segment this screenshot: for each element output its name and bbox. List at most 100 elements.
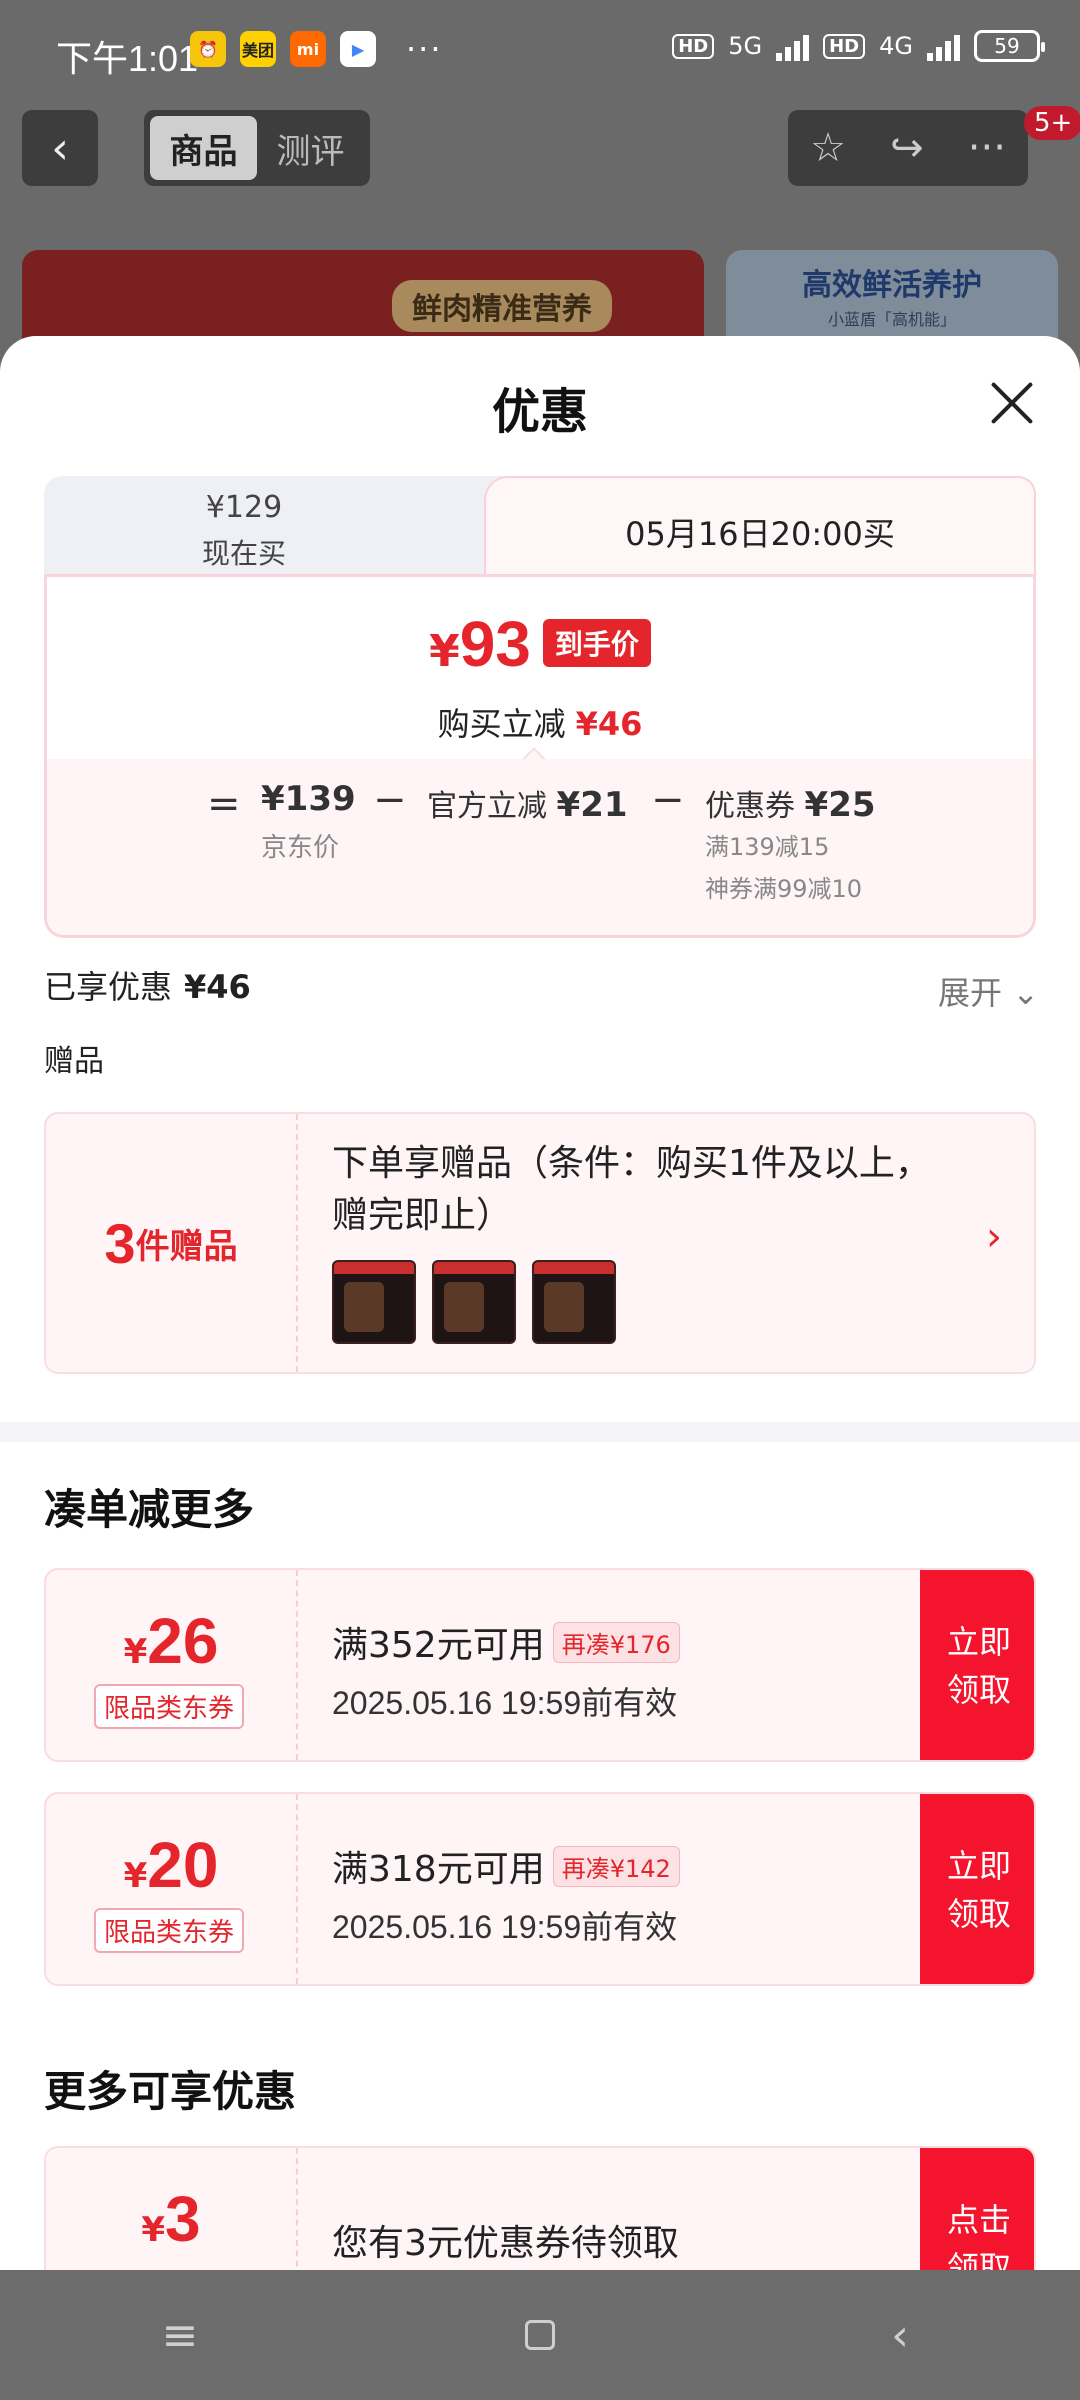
gift-count-unit: 件赠品 — [135, 1226, 238, 1267]
coupon-validity: 2025.05.16 19:59前有效 — [332, 1685, 678, 1721]
mi-icon: mi — [290, 31, 326, 67]
top-nav: ‹ 商品 测评 ☆ ↪ ··· 5+ — [0, 106, 1080, 190]
back-button[interactable]: ‹ — [22, 110, 98, 186]
gifts-heading: 赠品 — [44, 1044, 104, 1079]
official-discount: 官方立减 ¥21 — [427, 781, 628, 825]
final-yen: ¥ — [429, 626, 460, 677]
coupon-amount: ¥3 — [46, 2182, 296, 2256]
chevron-right-icon[interactable]: › — [986, 1214, 1002, 1260]
enjoyed-amount: ¥46 — [184, 968, 251, 1006]
coupon-type: 限品类东券 — [94, 1908, 245, 1953]
final-price-area: ¥93 到手价 购买立减 ¥46 — [47, 577, 1033, 759]
coupon-amount: ¥25 — [804, 785, 876, 825]
tab-buy-later[interactable]: 05月16日20:00买 — [484, 476, 1036, 586]
price-formula: = ¥139 京东价 − 官方立减 ¥21 − 优惠券 ¥25 满139减15 … — [47, 759, 1033, 935]
chevron-down-icon: ⌄ — [1012, 974, 1039, 1012]
coupon-amount: ¥20 — [46, 1828, 296, 1902]
coupon-amount: ¥26 — [46, 1604, 296, 1678]
gift-card[interactable]: 3 件赠品 下单享赠品（条件：购买1件及以上，赠完即止） › — [44, 1112, 1036, 1374]
now-label: 现在买 — [201, 537, 286, 570]
final-price: ¥93 到手价 — [47, 607, 1033, 681]
hd-icon: HD — [672, 33, 715, 59]
equals-sign: = — [207, 781, 241, 827]
save-amount: ¥46 — [575, 705, 643, 743]
claim-coupon-button[interactable]: 立即领取 — [920, 1794, 1034, 1984]
battery-icon: 59 — [974, 30, 1045, 62]
section-more-title: 更多可享优惠 — [44, 2067, 297, 2116]
banner-subtitle: 小蓝盾「高机能」 — [827, 310, 956, 329]
final-price-tag: 到手价 — [542, 619, 651, 667]
play-store-icon: ▶ — [340, 31, 376, 67]
back-nav-icon[interactable]: ‹ — [840, 2310, 960, 2361]
system-nav-bar: ≡ ‹ — [0, 2270, 1080, 2400]
claim-label: 立即领取 — [946, 1847, 1011, 1933]
tab-product[interactable]: 商品 — [150, 116, 257, 180]
gift-thumbnails — [332, 1260, 616, 1344]
jd-price-label: 京东价 — [261, 833, 340, 863]
price-detail: ¥93 到手价 购买立减 ¥46 = ¥139 京东价 − 官方立减 ¥21 − 优… — [44, 574, 1036, 938]
gift-thumbnail[interactable] — [432, 1260, 516, 1344]
expand-button[interactable]: 展开 ⌄ — [938, 968, 1039, 1014]
status-bar: 下午1:01 ⏰ 美团 mi ▶ ··· HD 5G HD 4G 59 — [0, 0, 1080, 100]
share-icon[interactable]: ↪ — [890, 125, 924, 171]
gift-thumbnail[interactable] — [332, 1260, 416, 1344]
coupon-yen: ¥ — [123, 1856, 148, 1896]
coupon-number: 20 — [147, 1829, 219, 1901]
network-5g-label: 5G — [728, 32, 763, 60]
coupon-detail-1: 满139减15 — [705, 833, 830, 861]
enjoyed-discount: 已享优惠 ¥46 — [44, 962, 251, 1008]
claim-coupon-button[interactable]: 立即领取 — [920, 1570, 1034, 1760]
coupon-validity: 2025.05.16 19:59前有效 — [332, 1909, 678, 1945]
banner-title: 高效鲜活养护 — [802, 268, 982, 303]
signal-icon — [776, 31, 810, 61]
gift-thumbnail[interactable] — [532, 1260, 616, 1344]
home-icon[interactable] — [480, 2310, 600, 2361]
signal-icon-2 — [927, 31, 960, 61]
tab-buy-now[interactable]: ¥129 现在买 — [44, 476, 514, 580]
more-notifications-icon: ··· — [406, 30, 443, 68]
coupon-type: 限品类东券 — [94, 1684, 245, 1729]
gift-title: 下单享赠品（条件：购买1件及以上，赠完即止） — [332, 1143, 931, 1236]
coupon-info: 满352元可用 再凑¥176 2025.05.16 19:59前有效 — [332, 1616, 680, 1724]
coupon-yen: ¥ — [123, 1632, 148, 1672]
claim-extra-coupon-button[interactable]: 点击领取 — [920, 2148, 1034, 2270]
section-divider — [0, 1422, 1080, 1442]
coupon-number: 26 — [147, 1605, 219, 1677]
save-label: 购买立减 — [437, 705, 566, 743]
minus-sign: − — [373, 777, 407, 823]
discount-sheet: 优惠 ¥129 现在买 05月16日20:00买 ¥93 到手价 购买立减 ¥46 … — [0, 336, 1080, 2270]
coupon-condition: 满352元可用 — [332, 1625, 545, 1666]
star-icon[interactable]: ☆ — [810, 125, 846, 171]
extra-coupon-card: ¥3 您有3元优惠券待领取 点击领取 — [44, 2146, 1036, 2270]
network-4g-label: 4G — [879, 32, 913, 60]
hd-icon-2: HD — [823, 33, 866, 59]
now-price: ¥129 — [205, 490, 283, 525]
status-indicators: HD 5G HD 4G 59 — [672, 30, 1045, 62]
save-line: 购买立减 ¥46 — [47, 699, 1033, 745]
message-badge: 5+ — [1024, 106, 1080, 140]
coupon-yen: ¥ — [141, 2210, 166, 2250]
sheet-title: 优惠 — [491, 384, 588, 440]
meituan-icon: 美团 — [240, 31, 276, 67]
tab-review[interactable]: 测评 — [257, 116, 364, 180]
menu-icon[interactable]: ≡ — [120, 2310, 240, 2361]
enjoyed-label: 已享优惠 — [44, 968, 173, 1006]
close-icon[interactable] — [988, 380, 1034, 426]
coupon-info: 您有3元优惠券待领取 — [332, 2214, 679, 2266]
coupon-value: ¥3 — [46, 2148, 298, 2270]
banner-slogan: 鲜肉精准营养 — [392, 280, 612, 332]
more-icon[interactable]: ··· — [968, 125, 1006, 171]
coupon-card: ¥26 限品类东券 满352元可用 再凑¥176 2025.05.16 19:59… — [44, 1568, 1036, 1762]
extra-coupon-text: 您有3元优惠券待领取 — [332, 2223, 679, 2264]
coupon-discount: 优惠券 ¥25 — [705, 781, 876, 825]
coupon-value: ¥26 限品类东券 — [46, 1570, 298, 1760]
final-amount: 93 — [459, 608, 531, 680]
nav-actions: ☆ ↪ ··· — [788, 110, 1028, 186]
alarm-icon: ⏰ — [190, 31, 226, 67]
coupon-label: 优惠券 — [705, 789, 795, 824]
segment-tabs: 商品 测评 — [144, 110, 370, 186]
coupon-card: ¥20 限品类东券 满318元可用 再凑¥142 2025.05.16 19:59… — [44, 1792, 1036, 1986]
coupon-value: ¥20 限品类东券 — [46, 1794, 298, 1984]
expand-label: 展开 — [938, 974, 1003, 1012]
minus-sign-2: − — [651, 777, 685, 823]
